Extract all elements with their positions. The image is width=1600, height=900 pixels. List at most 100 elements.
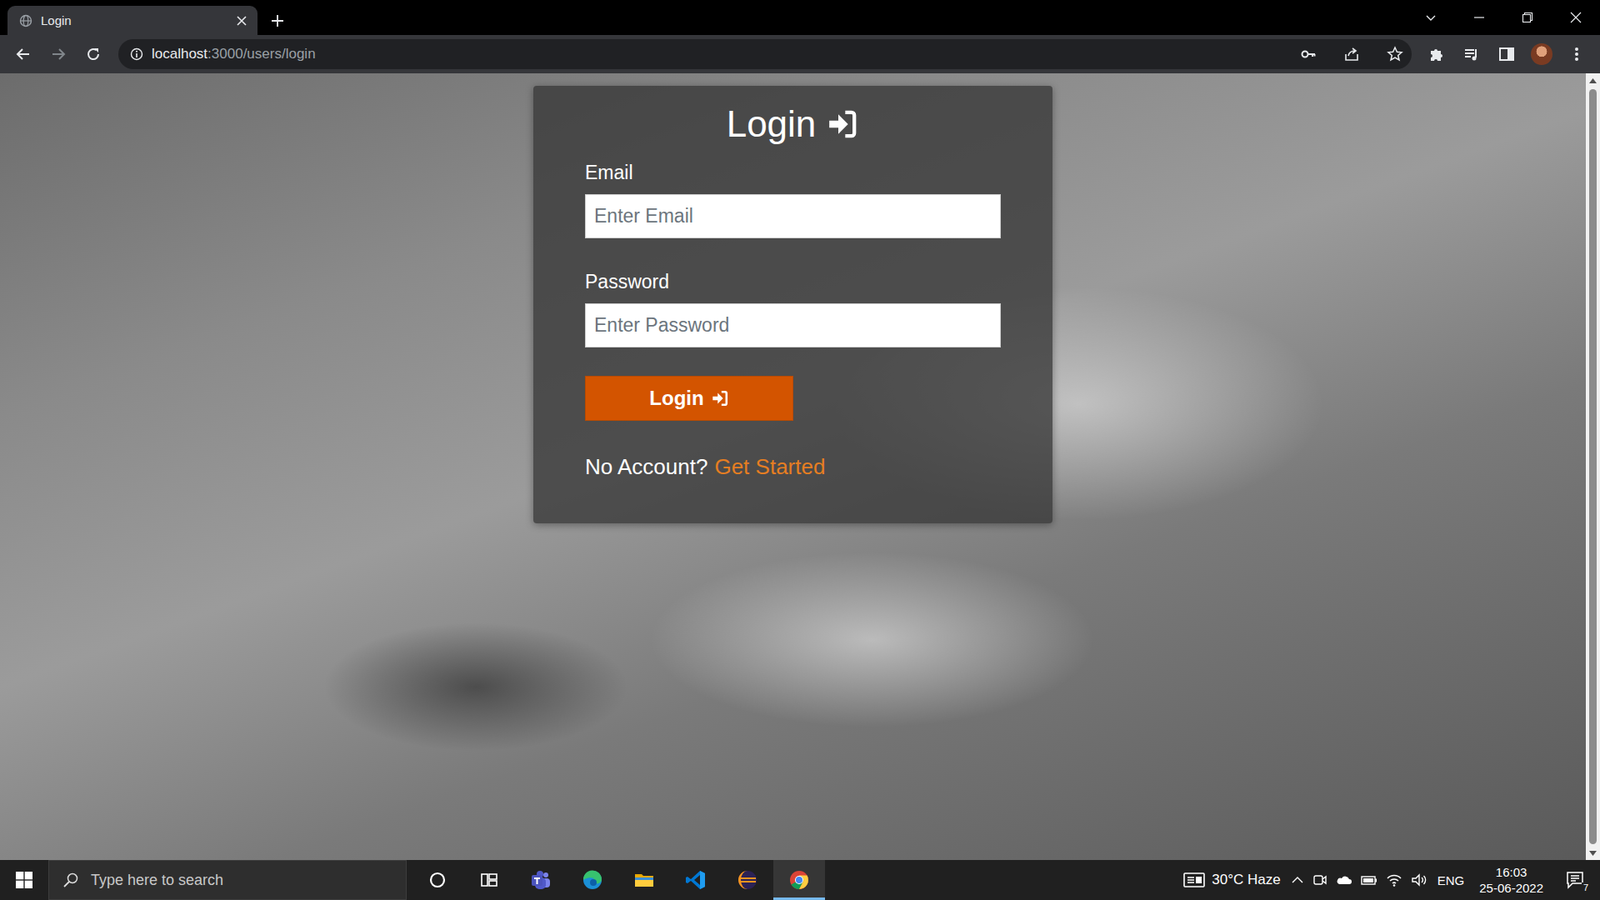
back-arrow-icon bbox=[15, 46, 31, 62]
scroll-up-button[interactable] bbox=[1589, 73, 1597, 88]
more-vertical-icon bbox=[1574, 45, 1580, 63]
tab-title: Login bbox=[40, 13, 228, 28]
scrollbar[interactable] bbox=[1585, 73, 1600, 860]
close-icon[interactable] bbox=[235, 15, 248, 27]
scroll-thumb[interactable] bbox=[1589, 89, 1597, 845]
taskbar-app[interactable] bbox=[463, 860, 515, 900]
cortana-icon bbox=[425, 868, 450, 892]
taskbar: Type here to search 30°C Haze ENG 16:03 … bbox=[0, 860, 1600, 900]
avatar-icon bbox=[1530, 43, 1553, 65]
minimize-button[interactable] bbox=[1455, 0, 1504, 35]
close-icon bbox=[1570, 11, 1582, 24]
onedrive-icon[interactable] bbox=[1335, 872, 1353, 888]
notification-center-button[interactable]: 7 bbox=[1558, 863, 1592, 897]
notification-count: 7 bbox=[1581, 882, 1590, 894]
browser-toolbar: localhost:3000/users/login bbox=[0, 35, 1600, 74]
weather-icon bbox=[1183, 871, 1205, 889]
volume-icon[interactable] bbox=[1410, 872, 1428, 888]
clock-time: 16:03 bbox=[1495, 864, 1528, 880]
system-tray: 30°C Haze ENG 16:03 25-06-2022 7 bbox=[1183, 860, 1600, 900]
search-icon bbox=[62, 871, 80, 889]
globe-icon bbox=[19, 14, 33, 28]
scroll-down-button[interactable] bbox=[1589, 845, 1597, 860]
key-icon[interactable] bbox=[1300, 45, 1317, 63]
clock-date: 25-06-2022 bbox=[1479, 880, 1544, 896]
media-button[interactable] bbox=[1456, 39, 1487, 70]
taskbar-search[interactable]: Type here to search bbox=[48, 860, 407, 900]
taskbar-app[interactable] bbox=[721, 860, 774, 900]
login-card: Login Email Password Login No Account? Ge… bbox=[533, 85, 1053, 524]
down-arrow-icon bbox=[1589, 850, 1597, 856]
browser-tab[interactable]: Login bbox=[7, 5, 258, 35]
clock[interactable]: 16:03 25-06-2022 bbox=[1474, 864, 1549, 896]
eclipse-icon bbox=[735, 868, 760, 892]
language-indicator[interactable]: ENG bbox=[1437, 873, 1465, 888]
tray-icons bbox=[1290, 872, 1428, 888]
media-queue-icon bbox=[1463, 45, 1480, 63]
battery-icon[interactable] bbox=[1360, 872, 1378, 888]
sign-in-icon bbox=[710, 389, 730, 408]
taskbar-apps bbox=[411, 860, 825, 900]
vscode-icon bbox=[684, 868, 708, 892]
url[interactable]: localhost:3000/users/login bbox=[151, 45, 1292, 63]
explorer-icon bbox=[632, 868, 656, 892]
taskbar-app[interactable] bbox=[773, 860, 825, 900]
star-icon[interactable] bbox=[1386, 45, 1404, 63]
field-label: Password bbox=[585, 270, 1001, 294]
login-fields: Email Password bbox=[585, 160, 1001, 348]
taskbar-app[interactable] bbox=[566, 860, 619, 900]
forward-arrow-icon bbox=[50, 46, 66, 62]
chevron-up-icon[interactable] bbox=[1290, 873, 1305, 887]
tab-strip: Login bbox=[0, 0, 1600, 35]
reload-icon bbox=[85, 46, 101, 62]
reload-button[interactable] bbox=[78, 39, 109, 70]
login-button[interactable]: Login bbox=[585, 375, 794, 421]
url-path: :3000/users/login bbox=[207, 45, 315, 62]
new-tab-button[interactable] bbox=[262, 5, 293, 35]
taskbar-app[interactable] bbox=[515, 860, 567, 900]
taskbar-app[interactable] bbox=[618, 860, 670, 900]
get-started-link[interactable]: Get Started bbox=[714, 454, 825, 480]
tab-search-button[interactable] bbox=[1406, 0, 1455, 35]
chrome-icon bbox=[787, 868, 811, 892]
menu-button[interactable] bbox=[1561, 39, 1592, 70]
password-input[interactable] bbox=[585, 303, 1001, 348]
weather-widget[interactable]: 30°C Haze bbox=[1183, 871, 1280, 889]
weather-text: 30°C Haze bbox=[1211, 871, 1280, 889]
url-host: localhost bbox=[151, 45, 208, 62]
chevron-down-icon bbox=[1425, 11, 1437, 24]
login-button-label: Login bbox=[649, 386, 704, 410]
profile-button[interactable] bbox=[1526, 39, 1557, 70]
viewport: Login Email Password Login No Account? Ge… bbox=[0, 73, 1600, 860]
login-title: Login bbox=[585, 102, 1001, 146]
restore-button[interactable] bbox=[1503, 0, 1552, 35]
edge-icon bbox=[580, 868, 605, 892]
puzzle-icon bbox=[1428, 45, 1445, 63]
windows-logo-icon bbox=[15, 871, 33, 889]
extensions-button[interactable] bbox=[1421, 39, 1452, 70]
meet-now-icon[interactable] bbox=[1312, 872, 1328, 888]
side-panel-button[interactable] bbox=[1491, 39, 1522, 70]
taskview-icon bbox=[477, 868, 501, 892]
info-icon[interactable] bbox=[130, 47, 144, 61]
taskbar-app[interactable] bbox=[411, 860, 464, 900]
wifi-icon[interactable] bbox=[1385, 872, 1403, 888]
share-icon[interactable] bbox=[1343, 45, 1360, 63]
address-bar[interactable]: localhost:3000/users/login bbox=[118, 39, 1412, 70]
taskbar-app[interactable] bbox=[670, 860, 722, 900]
teams-icon bbox=[529, 868, 553, 892]
forward-button[interactable] bbox=[43, 39, 74, 70]
restore-icon bbox=[1521, 11, 1534, 24]
up-arrow-icon bbox=[1589, 78, 1597, 84]
back-button[interactable] bbox=[8, 39, 39, 70]
login-title-text: Login bbox=[726, 102, 817, 146]
signup-prompt-text: No Account? bbox=[585, 454, 708, 480]
side-panel-icon bbox=[1498, 45, 1515, 63]
start-button[interactable] bbox=[0, 860, 49, 900]
window-controls bbox=[1406, 0, 1600, 35]
minimize-icon bbox=[1473, 11, 1485, 24]
close-window-button[interactable] bbox=[1551, 0, 1600, 35]
field-label: Email bbox=[585, 160, 1001, 185]
plus-icon bbox=[270, 14, 285, 28]
email-input[interactable] bbox=[585, 194, 1001, 239]
